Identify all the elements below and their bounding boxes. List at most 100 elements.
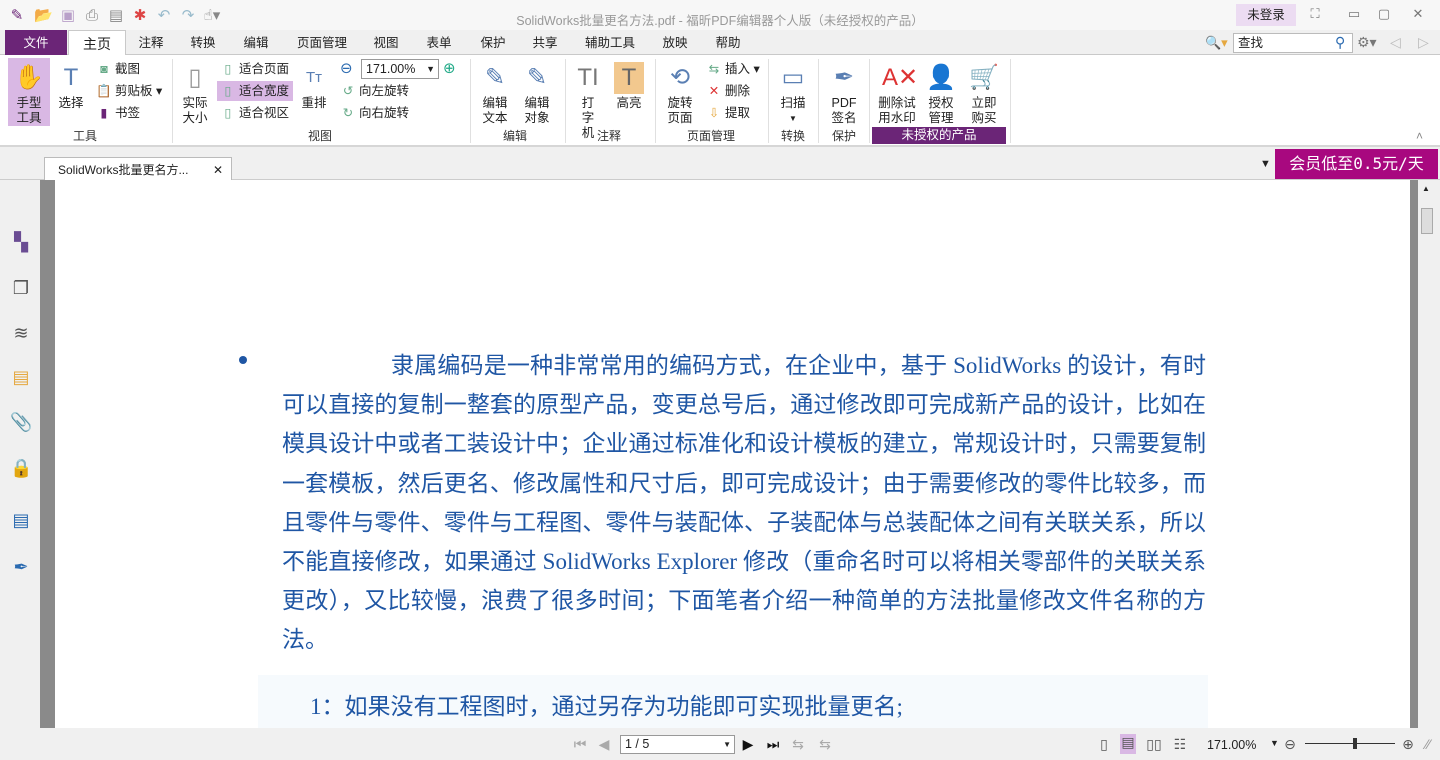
select-button[interactable]: T 选择: [54, 58, 88, 111]
search-icon[interactable]: ⚲: [1335, 34, 1345, 51]
label: 高亮: [616, 96, 642, 110]
actual-size-button[interactable]: ▯ 实际大小: [178, 58, 212, 126]
group-label-view: 视图: [307, 129, 332, 143]
extract-icon: ⇩: [708, 106, 720, 120]
fit-width-button[interactable]: ▯ 适合宽度: [217, 81, 294, 101]
continuous-facing-icon[interactable]: ☷: [1172, 736, 1188, 753]
layers-panel-icon[interactable]: ≋: [10, 323, 32, 345]
tab-comment[interactable]: 注释: [130, 30, 172, 55]
fit-page-button[interactable]: ▯ 适合页面: [220, 59, 289, 79]
clipboard-button[interactable]: 📋 剪贴板 ▾: [96, 81, 162, 101]
tab-edit[interactable]: 编辑: [235, 30, 277, 55]
tab-tools[interactable]: 辅助工具: [580, 30, 640, 55]
maximize-button[interactable]: ▢: [1373, 6, 1395, 24]
zoom-slider-handle[interactable]: [1352, 738, 1357, 749]
zoom-select[interactable]: 171.00% ▼: [361, 59, 439, 79]
close-tab-icon[interactable]: ✕: [213, 158, 223, 182]
zoom-level[interactable]: 171.00%: [1207, 738, 1256, 752]
next-page-icon[interactable]: ▶: [740, 736, 756, 753]
continuous-page-icon[interactable]: ▤: [1120, 734, 1136, 754]
scroll-up-icon[interactable]: ▲: [1422, 184, 1430, 193]
tab-share[interactable]: 共享: [524, 30, 566, 55]
close-button[interactable]: ✕: [1407, 6, 1429, 24]
first-page-icon[interactable]: ⏮: [572, 736, 588, 753]
next-view-icon[interactable]: ⇆: [817, 736, 833, 753]
edit-object-button[interactable]: ✎ 编辑对象: [518, 58, 556, 126]
previous-view-icon[interactable]: ⇆: [790, 736, 806, 753]
single-page-icon[interactable]: ▯: [1096, 736, 1112, 753]
tab-file[interactable]: 文件: [5, 30, 67, 55]
screenshot-button[interactable]: ◙ 截图: [96, 59, 140, 79]
fit-visible-button[interactable]: ▯ 适合视区: [220, 103, 289, 123]
rotate-left-button[interactable]: ↺ 向左旋转: [340, 81, 409, 101]
divider: [768, 59, 769, 143]
ribbon: ✋ 手型工具 T 选择 ◙ 截图 📋 剪贴板 ▾ ▮ 书签 工具 ▯ 实际大小 ▯ 适合页面 …: [0, 55, 1440, 147]
document-tab[interactable]: SolidWorks批量更名方... ✕: [44, 157, 232, 181]
clipboard-icon: 📋: [96, 84, 112, 98]
label: 删除: [725, 84, 751, 98]
pdf-sign-button[interactable]: ✒ PDF签名: [826, 58, 862, 126]
label: 删除试用水印: [878, 96, 916, 125]
tab-home[interactable]: 主页: [68, 30, 126, 56]
signature-panel-icon[interactable]: ✒: [10, 557, 32, 579]
label: 授权管理: [928, 96, 954, 125]
zoom-in-icon[interactable]: ⊕: [443, 59, 456, 79]
bookmark-button[interactable]: ▮ 书签: [96, 103, 140, 123]
rotate-right-button[interactable]: ↻ 向右旋转: [340, 103, 409, 123]
edit-text-button[interactable]: ✎ 编辑文本: [478, 58, 512, 126]
membership-promo-button[interactable]: 会员低至0.5元/天: [1275, 149, 1438, 179]
prev-result-icon[interactable]: ◁: [1390, 34, 1401, 51]
zoom-in-button[interactable]: ⊕: [1400, 736, 1416, 753]
pages-panel-icon[interactable]: ❐: [10, 278, 32, 300]
zoom-value: 171.00%: [366, 62, 416, 76]
remove-watermark-button[interactable]: A✕ 删除试用水印: [876, 58, 918, 126]
highlight-button[interactable]: T 高亮: [612, 58, 646, 111]
scrollbar-thumb[interactable]: [1421, 208, 1433, 234]
security-panel-icon[interactable]: 🔒: [10, 458, 32, 480]
fit-width-icon: ▯: [224, 84, 232, 98]
zoom-dropdown-icon[interactable]: ▼: [1270, 738, 1279, 748]
tab-convert[interactable]: 转换: [182, 30, 224, 55]
scan-button[interactable]: ▭ 扫描 ▼: [776, 58, 810, 126]
tab-help[interactable]: 帮助: [707, 30, 749, 55]
settings-icon[interactable]: ⚙▾: [1357, 34, 1377, 51]
tab-list-dropdown-icon[interactable]: ▼: [1260, 158, 1271, 170]
page-number-input[interactable]: 1 / 5 ▼: [620, 735, 735, 754]
last-page-icon[interactable]: ⏭: [765, 736, 781, 753]
login-button[interactable]: 未登录: [1236, 4, 1296, 26]
group-label-protect: 保护: [831, 129, 856, 143]
resize-grip-icon[interactable]: ⁄⁄: [1420, 736, 1436, 752]
form-panel-icon[interactable]: ▤: [10, 510, 32, 532]
prev-page-icon[interactable]: ◀: [596, 736, 612, 753]
zoom-out-button[interactable]: ⊖: [1282, 736, 1298, 753]
comments-panel-icon[interactable]: ▤: [10, 367, 32, 389]
reflow-button[interactable]: Tт 重排: [298, 58, 330, 111]
extract-button[interactable]: ⇩ 提取: [706, 103, 750, 123]
fullscreen-icon[interactable]: ⛶: [1304, 6, 1326, 24]
buy-now-button[interactable]: 🛒 立即购买: [966, 58, 1002, 126]
page-gutter: [40, 180, 55, 728]
facing-page-icon[interactable]: ▯▯: [1146, 736, 1162, 753]
license-manage-button[interactable]: 👤 授权管理: [924, 58, 958, 126]
rotate-left-icon: ↺: [342, 84, 354, 98]
find-options-icon[interactable]: 🔍▾: [1205, 35, 1228, 51]
rotate-page-button[interactable]: ⟲ 旋转页面: [660, 58, 700, 126]
attachments-panel-icon[interactable]: 📎: [10, 412, 32, 434]
zoom-out-icon[interactable]: ⊖: [340, 59, 353, 79]
tab-form[interactable]: 表单: [418, 30, 460, 55]
next-result-icon[interactable]: ▷: [1418, 34, 1429, 51]
zoom-slider[interactable]: [1305, 743, 1395, 744]
tab-page-management[interactable]: 页面管理: [290, 30, 354, 55]
minimize-button[interactable]: ▭: [1343, 6, 1365, 24]
vertical-scrollbar[interactable]: [1418, 180, 1436, 728]
tab-view[interactable]: 视图: [365, 30, 407, 55]
highlight-icon: T: [614, 62, 644, 94]
hand-tool-button[interactable]: ✋ 手型工具: [8, 58, 50, 126]
collapse-ribbon-icon[interactable]: ˄: [1416, 129, 1423, 143]
delete-button[interactable]: ✕ 删除: [706, 81, 750, 101]
divider: [869, 59, 870, 143]
bookmarks-panel-icon[interactable]: ▚: [10, 232, 32, 254]
tab-slideshow[interactable]: 放映: [654, 30, 696, 55]
tab-protect[interactable]: 保护: [472, 30, 514, 55]
insert-button[interactable]: ⇆ 插入 ▾: [706, 59, 760, 79]
